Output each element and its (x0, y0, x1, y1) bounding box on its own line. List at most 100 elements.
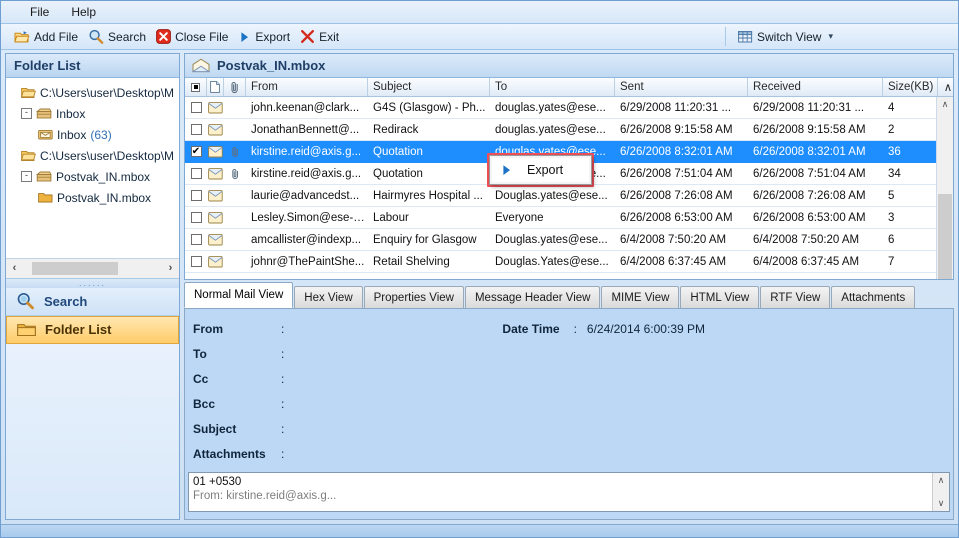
table-row[interactable]: amcallister@indexp... Enquiry for Glasgow… (185, 229, 936, 251)
paperclip-icon (230, 81, 240, 94)
row-checkbox[interactable]: ✔ (190, 146, 202, 157)
preview-datetime-colon: : (573, 321, 577, 336)
folder-icon (17, 322, 36, 338)
message-body-box[interactable]: 01 +0530 From: kirstine.reid@axis.g... ∧… (188, 472, 950, 512)
sidebar-filler (6, 343, 179, 519)
tree-node-inbox-store[interactable]: - Inbox (6, 103, 179, 124)
row-checkbox[interactable] (190, 234, 202, 245)
table-row[interactable]: laurie@advancedst... Hairmyres Hospital .… (185, 185, 936, 207)
table-row[interactable]: Lesley.Simon@ese-s... Labour Everyone 6/26/… (185, 207, 936, 229)
tree-node-path-1[interactable]: C:\Users\user\Desktop\M (6, 82, 179, 103)
row-sent: 6/26/2008 9:15:58 AM (620, 123, 733, 136)
menu-item-help[interactable]: Help (60, 3, 107, 21)
sidebar-item-label: Folder List (45, 322, 112, 337)
row-to: Douglas.Yates@ese... (495, 255, 609, 268)
row-checkbox-cell[interactable] (185, 168, 207, 179)
sidebar-item-search[interactable]: Search (6, 287, 179, 316)
tree-toggle[interactable]: - (20, 108, 33, 119)
column-header-from[interactable]: From (246, 78, 368, 96)
row-checkbox[interactable] (190, 102, 202, 113)
scroll-up-icon[interactable]: ∧ (933, 473, 949, 488)
pane-resize-grip[interactable]: ...... (6, 277, 179, 288)
row-to: douglas.yates@ese... (495, 101, 606, 114)
row-checkbox[interactable] (190, 124, 202, 135)
folder-tree-horizontal-scrollbar[interactable]: ‹ › (6, 257, 179, 278)
row-checkbox-cell[interactable] (185, 212, 207, 223)
menu-item-file[interactable]: File (19, 3, 60, 21)
row-size: 34 (888, 167, 901, 180)
row-subject: Retail Shelving (373, 255, 450, 268)
scroll-down-icon[interactable]: ∨ (933, 496, 949, 511)
tree-collapse-box[interactable]: - (21, 171, 32, 182)
scroll-right-icon[interactable]: › (162, 262, 179, 274)
row-size: 36 (888, 145, 901, 158)
row-from: john.keenan@clark... (251, 101, 360, 114)
table-row[interactable]: johnr@ThePaintShe... Retail Shelving Dougl… (185, 251, 936, 273)
row-checkbox-cell[interactable] (185, 234, 207, 245)
tree-node-label: Inbox (57, 127, 87, 142)
column-header-status[interactable] (207, 78, 224, 96)
tree-collapse-box[interactable]: - (21, 108, 32, 119)
context-menu-item-export[interactable]: Export (492, 158, 589, 182)
row-checkbox-cell[interactable] (185, 190, 207, 201)
tab-normal-mail-view[interactable]: Normal Mail View (184, 282, 294, 308)
row-checkbox-cell[interactable] (185, 124, 207, 135)
scroll-up-icon[interactable]: ∧ (937, 97, 953, 112)
toolbar-button-search[interactable]: Search (85, 28, 153, 45)
store-icon (35, 170, 52, 183)
row-checkbox[interactable] (190, 190, 202, 201)
toolbar-button-exit[interactable]: Exit (297, 28, 346, 45)
row-received: 6/26/2008 9:15:58 AM (753, 123, 866, 136)
toolbar-label-add-file: Add File (34, 29, 79, 44)
row-sent: 6/26/2008 7:51:04 AM (620, 167, 733, 180)
row-checkbox[interactable] (190, 212, 202, 223)
column-header-received[interactable]: Received (748, 78, 883, 96)
toolbar-button-switch-view[interactable]: Switch View ▾ (735, 29, 840, 45)
scroll-thumb[interactable] (938, 194, 952, 279)
column-header-attachment[interactable] (224, 78, 246, 96)
table-row[interactable]: JonathanBennett@... Redirack douglas.yates… (185, 119, 936, 141)
column-header-subject[interactable]: Subject (368, 78, 490, 96)
row-subject: Labour (373, 211, 409, 224)
tab-html-view[interactable]: HTML View (680, 286, 760, 308)
sidebar-item-label: Search (44, 293, 88, 309)
tab-attachments[interactable]: Attachments (831, 286, 916, 308)
row-checkbox[interactable] (190, 256, 202, 267)
tab-hex-view[interactable]: Hex View (294, 286, 363, 308)
tree-node-postvak[interactable]: Postvak_IN.mbox (6, 187, 179, 208)
toolbar-button-export[interactable]: Export (235, 29, 297, 45)
scroll-left-icon[interactable]: ‹ (6, 262, 23, 274)
toolbar-button-close-file[interactable]: Close File (153, 28, 235, 45)
row-checkbox-cell[interactable] (185, 102, 207, 113)
tab-rtf-view[interactable]: RTF View (760, 286, 831, 308)
select-all-checkbox[interactable] (191, 82, 200, 92)
mail-list-title-bar: Postvak_IN.mbox (185, 54, 953, 78)
row-sent: 6/29/2008 11:20:31 ... (620, 101, 732, 114)
tree-node-postvak-store[interactable]: - Postvak_IN.mbox (6, 166, 179, 187)
row-checkbox-cell[interactable] (185, 256, 207, 267)
preview-field-label: Bcc (193, 396, 216, 411)
column-header-sent[interactable]: Sent (615, 78, 748, 96)
tree-toggle[interactable]: - (20, 171, 33, 182)
scroll-thumb[interactable] (32, 261, 118, 275)
row-status-cell (207, 255, 224, 268)
tree-node-path-2[interactable]: C:\Users\user\Desktop\M (6, 145, 179, 166)
tree-node-label: C:\Users\user\Desktop\M (40, 148, 175, 163)
column-header-size[interactable]: Size(KB) (883, 78, 938, 96)
table-row[interactable]: john.keenan@clark... G4S (Glasgow) - Ph..… (185, 97, 936, 119)
column-header-to[interactable]: To (490, 78, 615, 96)
tab-properties-view[interactable]: Properties View (363, 286, 464, 308)
row-subject: Quotation (373, 145, 423, 158)
toolbar-button-add-file[interactable]: Add File (11, 29, 85, 45)
mail-list-vertical-scrollbar[interactable]: ∧ ∨ (936, 97, 953, 279)
message-body-scrollbar[interactable]: ∧ ∨ (932, 473, 949, 511)
row-checkbox-cell[interactable]: ✔ (185, 146, 207, 157)
sidebar-item-folder-list[interactable]: Folder List (6, 315, 179, 344)
tree-node-inbox[interactable]: Inbox (63) (6, 124, 179, 145)
row-checkbox[interactable] (190, 168, 202, 179)
menu-bar: File Help (1, 1, 958, 24)
column-header-select-all[interactable] (185, 78, 207, 96)
tab-message-header-view[interactable]: Message Header View (464, 286, 601, 308)
message-header-fields: From: Date Time:6/24/2014 6:00:39 PM To: Cc… (185, 309, 953, 470)
tab-mime-view[interactable]: MIME View (601, 286, 680, 308)
